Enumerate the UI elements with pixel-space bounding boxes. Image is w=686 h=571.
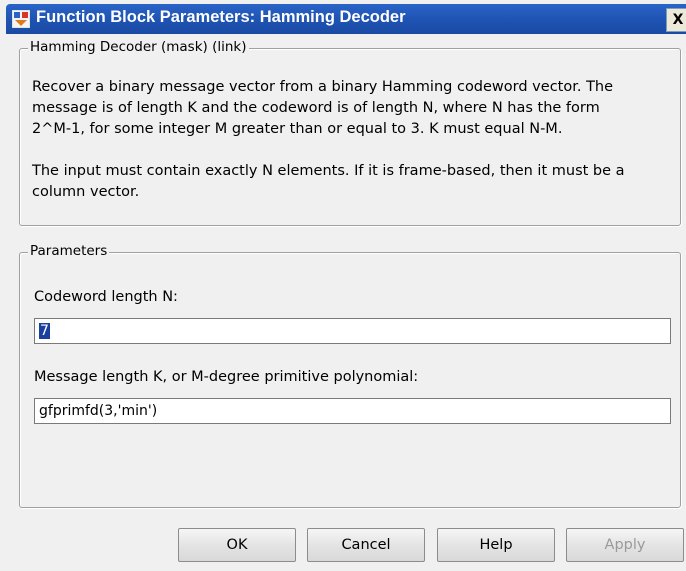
description-legend: Hamming Decoder (mask) (link) [28, 39, 249, 55]
description-line: The input must contain exactly N element… [32, 163, 625, 179]
ok-button[interactable]: OK [178, 528, 296, 562]
dialog-window: Function Block Parameters: Hamming Decod… [0, 0, 686, 571]
message-length-input[interactable]: gfprimfd(3,'min') [34, 398, 671, 424]
title-bar[interactable]: Function Block Parameters: Hamming Decod… [6, 4, 686, 34]
description-line: message is of length K and the codeword … [32, 100, 600, 116]
cancel-button[interactable]: Cancel [307, 528, 425, 562]
simulink-block-icon [12, 10, 30, 28]
close-button[interactable]: X [666, 8, 686, 32]
description-line: Recover a binary message vector from a b… [32, 79, 614, 95]
message-length-label: Message length K, or M-degree primitive … [34, 369, 419, 385]
codeword-length-label: Codeword length N: [34, 289, 178, 305]
description-line: 2^M-1, for some integer M greater than o… [32, 121, 563, 137]
parameters-group: Parameters Codeword length N: 7 Message … [19, 243, 681, 508]
message-length-value: gfprimfd(3,'min') [39, 403, 158, 419]
codeword-length-value: 7 [39, 323, 50, 339]
codeword-length-input[interactable]: 7 [34, 318, 671, 344]
close-icon: X [672, 12, 684, 28]
help-button[interactable]: Help [437, 528, 555, 562]
parameters-legend: Parameters [28, 243, 110, 259]
description-line: column vector. [32, 184, 140, 200]
apply-button[interactable]: Apply [566, 528, 684, 562]
description-group: Hamming Decoder (mask) (link) Recover a … [19, 39, 681, 226]
description-text: Recover a binary message vector from a b… [32, 77, 677, 203]
window-title: Function Block Parameters: Hamming Decod… [36, 8, 406, 26]
